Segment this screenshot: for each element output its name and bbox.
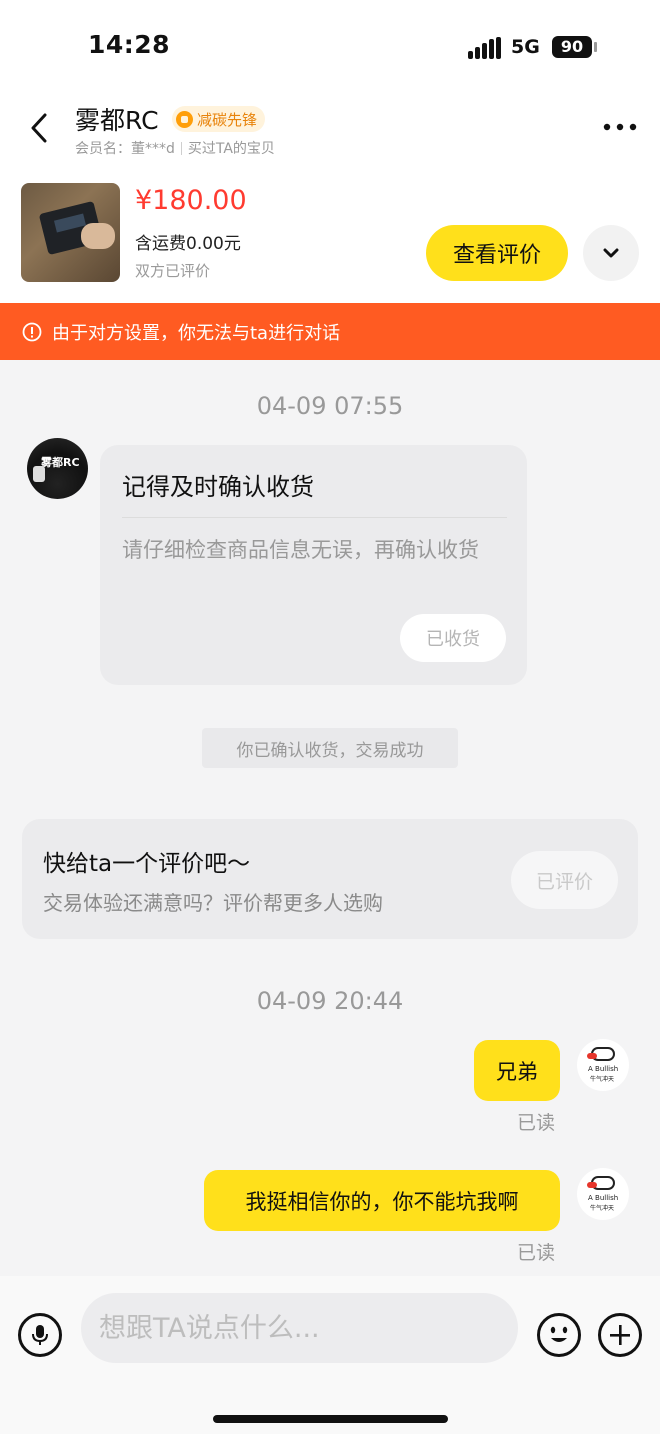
rated-button[interactable]: 已评价: [511, 851, 618, 909]
add-button[interactable]: [598, 1313, 642, 1357]
signal-icon: [468, 37, 502, 59]
avatar-subtext: 牛气冲天: [590, 1205, 615, 1212]
product-price: ¥180.00: [135, 185, 247, 216]
network-type: 5G: [511, 36, 540, 58]
avatar-figure-decoration: [33, 466, 45, 482]
rate-subtitle: 交易体验还满意吗？评价帮更多人选购: [43, 891, 383, 915]
chevron-left-icon: [31, 113, 47, 143]
battery-icon: 90: [552, 36, 592, 58]
expand-button[interactable]: [583, 225, 639, 281]
cow-accent-decoration: [587, 1182, 597, 1188]
avatar-text: A Bullish: [588, 1065, 619, 1073]
shipping-fee: 含运费0.00元: [135, 234, 241, 254]
microphone-icon: [32, 1325, 48, 1345]
rate-title: 快给ta一个评价吧～: [43, 851, 251, 877]
back-button[interactable]: [22, 108, 56, 148]
message-bubble[interactable]: 兄弟: [474, 1040, 560, 1101]
chat-timestamp: 04-09 20:44: [256, 987, 404, 1015]
hand-decoration: [81, 223, 115, 249]
product-thumbnail[interactable]: [21, 183, 120, 282]
read-status: 已读: [517, 1242, 556, 1264]
shop-avatar-text: 雾都RC: [41, 456, 80, 469]
message-bubble[interactable]: 我挺相信你的，你不能坑我啊: [204, 1170, 560, 1231]
smiley-icon: [550, 1326, 568, 1342]
my-avatar[interactable]: A Bullish 牛气冲天: [577, 1039, 629, 1091]
confirm-receipt-card: 记得及时确认收货 请仔细检查商品信息无误，再确认收货 已收货: [100, 445, 527, 685]
member-name: 会员名：董***d: [75, 141, 175, 157]
status-time: 14:28: [88, 30, 171, 59]
alert-icon: [22, 322, 42, 341]
chat-timestamp: 04-09 07:55: [256, 392, 404, 420]
warning-text: 由于对方设置，你无法与ta进行对话: [52, 322, 341, 344]
shop-avatar[interactable]: 雾都RC: [27, 438, 88, 499]
received-button[interactable]: 已收货: [400, 614, 506, 662]
card-body: 请仔细检查商品信息无误，再确认收货: [122, 538, 479, 562]
chevron-down-icon: [603, 248, 619, 258]
review-status: 双方已评价: [135, 262, 211, 280]
cow-accent-decoration: [587, 1053, 597, 1059]
more-dots-icon: [603, 123, 637, 131]
warning-banner: 由于对方设置，你无法与ta进行对话: [0, 303, 660, 360]
battery-tip: [594, 42, 597, 52]
voice-button[interactable]: [18, 1313, 62, 1357]
shop-name[interactable]: 雾都RC: [75, 101, 159, 137]
read-status: 已读: [517, 1112, 556, 1134]
avatar-subtext: 牛气冲天: [590, 1076, 615, 1083]
member-info: 会员名：董***d 买过TA的宝贝: [75, 138, 275, 158]
carbon-badge: 减碳先锋: [172, 106, 266, 132]
my-avatar[interactable]: A Bullish 牛气冲天: [577, 1168, 629, 1220]
view-review-button[interactable]: 查看评价: [426, 225, 568, 281]
card-title: 记得及时确认收货: [122, 473, 314, 501]
system-note: 你已确认收货，交易成功: [202, 728, 458, 768]
avatar-text: A Bullish: [588, 1194, 619, 1202]
divider: [122, 517, 507, 518]
purchase-note: 买过TA的宝贝: [187, 141, 275, 157]
message-input[interactable]: [81, 1293, 518, 1363]
header-panel: 14:28 5G 90 雾都RC 减碳先锋 会员名：董***d 买过TA的宝贝 …: [0, 0, 660, 303]
home-indicator: [213, 1415, 448, 1423]
leaf-icon: [176, 110, 193, 128]
more-button[interactable]: [598, 114, 642, 140]
emoji-button[interactable]: [537, 1313, 581, 1357]
divider: [180, 141, 182, 155]
rate-prompt-card: 快给ta一个评价吧～ 交易体验还满意吗？评价帮更多人选购 已评价: [22, 819, 638, 939]
badge-label: 减碳先锋: [197, 110, 258, 129]
plus-icon: [610, 1325, 630, 1345]
input-bar: [0, 1276, 660, 1434]
